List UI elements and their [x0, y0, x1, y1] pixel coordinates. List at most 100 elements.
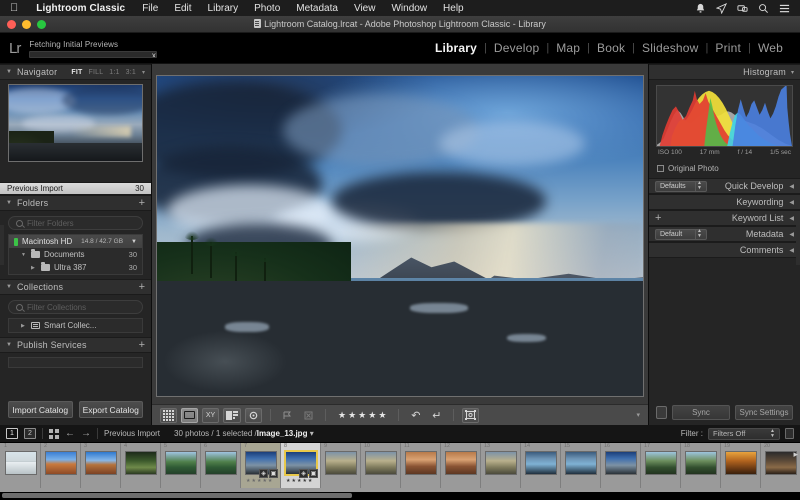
develop-badge-icon[interactable]: ◈	[259, 469, 268, 478]
module-web[interactable]: Web	[751, 41, 790, 55]
apple-logo-icon[interactable]: 	[6, 2, 27, 14]
progress-cancel-button[interactable]: x	[149, 52, 156, 57]
thumbnail-image[interactable]	[445, 451, 477, 475]
filmstrip-thumbnail[interactable]: 6	[201, 443, 241, 488]
sync-settings-button[interactable]: Sync Settings	[735, 405, 793, 420]
filmstrip-thumbnail[interactable]: 15	[561, 443, 601, 488]
sync-button[interactable]: Sync	[672, 405, 730, 420]
filter-lock-icon[interactable]	[785, 428, 794, 439]
thumbnail-image[interactable]	[5, 451, 37, 475]
rating-stars[interactable]: ★ ★ ★ ★ ★	[338, 410, 386, 421]
filmstrip-thumbnail[interactable]: 13	[481, 443, 521, 488]
folders-header[interactable]: ▼ Folders +	[0, 195, 151, 211]
disclosure-triangle-icon[interactable]: ▼	[6, 284, 12, 290]
filmstrip-thumbnail[interactable]: 4	[121, 443, 161, 488]
screen-button-1[interactable]: 1	[6, 428, 18, 439]
location-icon[interactable]	[716, 2, 727, 14]
chevron-left-icon[interactable]: ◀	[789, 247, 794, 254]
star-1[interactable]: ★	[338, 410, 346, 421]
metadata-header[interactable]: Default ▲ ▼ Metadata ◀	[649, 226, 800, 242]
filmstrip-thumbnail[interactable]: 11	[401, 443, 441, 488]
add-folder-button[interactable]: +	[139, 197, 145, 208]
add-publish-service-button[interactable]: +	[139, 339, 145, 350]
rotate-cw-icon[interactable]: ↵	[428, 408, 445, 423]
original-photo-row[interactable]: Original Photo	[649, 160, 800, 178]
chevron-down-icon[interactable]: ▾	[142, 69, 145, 76]
thumbnail-image[interactable]	[765, 451, 797, 475]
forward-arrow-icon[interactable]: →	[81, 428, 91, 439]
search-icon[interactable]	[758, 3, 769, 14]
thumbnail-image[interactable]	[405, 451, 437, 475]
disclosure-triangle-icon[interactable]: ▶	[31, 265, 37, 271]
menu-item-window[interactable]: Window	[383, 3, 435, 14]
chevron-left-icon[interactable]: ◀	[789, 215, 794, 222]
filmstrip-thumbnail[interactable]: 14	[521, 443, 561, 488]
quick-develop-preset-select[interactable]: Defaults ▲ ▼	[655, 180, 707, 192]
chevron-left-icon[interactable]: ◀	[789, 199, 794, 206]
chevron-left-icon[interactable]: ◀	[789, 231, 794, 238]
grid-icon[interactable]	[49, 428, 59, 439]
filmstrip-thumbnail[interactable]: 7 ◈ ▣ ★★★★★	[241, 443, 281, 488]
menu-item-metadata[interactable]: Metadata	[288, 3, 346, 14]
filmstrip-scrollbar[interactable]	[0, 492, 800, 499]
thumbnail-image[interactable]	[525, 451, 557, 475]
lightroom-logo[interactable]: Lr	[0, 40, 29, 57]
thumbnail-image[interactable]	[165, 451, 197, 475]
filmstrip-thumbnail[interactable]: 10	[361, 443, 401, 488]
rotate-ccw-icon[interactable]: ↶	[407, 408, 424, 423]
compare-view-icon[interactable]: XY	[202, 407, 219, 423]
zoom-3-1[interactable]: 3:1	[126, 69, 136, 76]
toolbar-options-caret[interactable]: ▾	[636, 411, 640, 419]
folder-volume-macintosh-hd[interactable]: Macintosh HD 14.8 / 42.7 GB ▼	[9, 235, 142, 248]
filter-select[interactable]: Filters Off ▲ ▼	[708, 427, 780, 440]
menu-item-library[interactable]: Library	[200, 3, 247, 14]
disclosure-triangle-icon[interactable]: ▼	[21, 252, 27, 258]
filmstrip-thumbnail[interactable]: 3	[81, 443, 121, 488]
filmstrip-thumbnails[interactable]: 1 2 3 4 5 6 7 ◈ ▣ ★★★★★ 8 ◈ ▣ ★★★★★ 9 10 11 12 13 14 15 16 17 1…	[0, 443, 800, 492]
thumbnail-image[interactable]	[725, 451, 757, 475]
grid-view-icon[interactable]	[160, 407, 177, 423]
filmstrip-scrollbar-thumb[interactable]	[2, 493, 352, 498]
star-3[interactable]: ★	[358, 410, 366, 421]
module-library[interactable]: Library	[428, 41, 484, 55]
star-4[interactable]: ★	[368, 410, 376, 421]
thumbnail-rating[interactable]: ★★★★★	[286, 478, 313, 484]
module-map[interactable]: Map	[549, 41, 587, 55]
develop-badge-icon[interactable]: ◈	[299, 469, 308, 478]
crop-badge-icon[interactable]: ▣	[269, 469, 278, 478]
filmstrip-thumbnail[interactable]: 8 ◈ ▣ ★★★★★	[281, 443, 321, 488]
screen-share-icon[interactable]	[737, 3, 748, 14]
histogram-chart[interactable]	[656, 85, 793, 147]
thumbnail-image[interactable]	[485, 451, 517, 475]
export-catalog-button[interactable]: Export Catalog	[78, 401, 143, 418]
thumbnail-image[interactable]	[85, 451, 117, 475]
filmstrip-status-caret[interactable]: ▾	[310, 429, 314, 438]
control-center-icon[interactable]	[779, 3, 790, 14]
original-photo-checkbox[interactable]	[657, 165, 664, 172]
collection-filter-input[interactable]: Filter Collections	[8, 300, 143, 314]
flag-reject-icon[interactable]	[300, 408, 317, 423]
filmstrip-source-label[interactable]: Previous Import	[104, 429, 160, 438]
filmstrip-thumbnail[interactable]: 5	[161, 443, 201, 488]
folder-ultra-387[interactable]: ▶ Ultra 387 30	[9, 261, 142, 274]
add-keyword-button[interactable]: +	[655, 212, 661, 223]
menu-item-photo[interactable]: Photo	[246, 3, 288, 14]
thumbnail-image[interactable]	[45, 451, 77, 475]
quick-develop-header[interactable]: Defaults ▲ ▼ Quick Develop ◀	[649, 178, 800, 194]
crop-badge-icon[interactable]: ▣	[309, 469, 318, 478]
navigator-header[interactable]: ▼ Navigator FIT FILL 1:1 3:1 ▾	[0, 64, 151, 80]
loupe-view-icon[interactable]	[181, 407, 198, 423]
flag-pick-icon[interactable]	[279, 408, 296, 423]
filmstrip-selected-file[interactable]: Image_13.jpg	[257, 429, 308, 438]
keyword-list-header[interactable]: + Keyword List ◀	[649, 210, 800, 226]
filmstrip-thumbnail[interactable]: 19	[721, 443, 761, 488]
menu-item-help[interactable]: Help	[435, 3, 472, 14]
folder-filter-input[interactable]: Filter Folders	[8, 216, 143, 230]
back-arrow-icon[interactable]: ←	[65, 428, 75, 439]
menu-item-edit[interactable]: Edit	[166, 3, 199, 14]
thumbnail-image[interactable]	[645, 451, 677, 475]
star-5[interactable]: ★	[378, 410, 386, 421]
thumbnail-image[interactable]	[365, 451, 397, 475]
survey-view-icon[interactable]	[223, 407, 241, 423]
thumbnail-image[interactable]	[125, 451, 157, 475]
